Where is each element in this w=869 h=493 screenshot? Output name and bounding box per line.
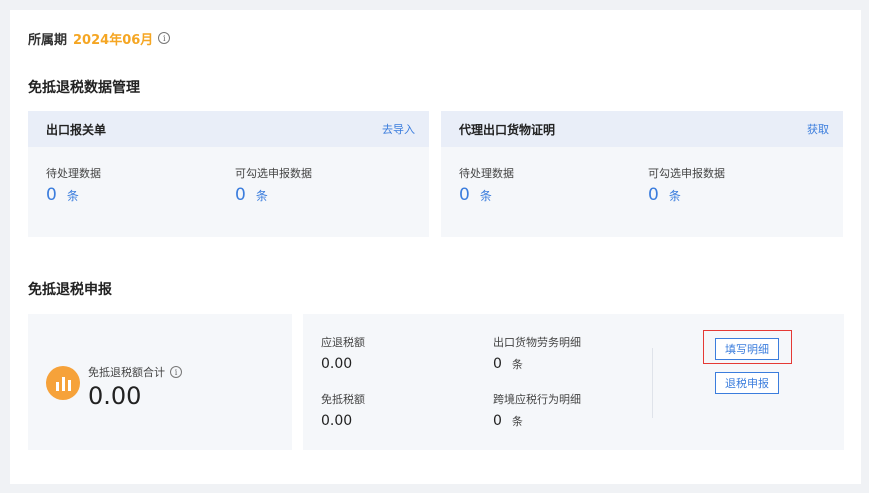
pending-data-stat: 待处理数据 0 条 [459,165,514,205]
stat-label: 可勾选申报数据 [235,167,312,180]
bar-chart-icon [46,366,80,400]
agent-export-certificate-card: 代理出口货物证明 获取 待处理数据 0 条 可勾选申报数据 0 条 [441,111,843,237]
declaration-title: 免抵退税申报 [28,282,112,298]
card-header: 代理出口货物证明 获取 [441,111,843,147]
total-value: 0.00 [88,382,142,410]
item-unit: 条 [511,358,523,371]
item-unit: 条 [511,415,523,428]
import-link[interactable]: 去导入 [382,121,415,137]
stat-value[interactable]: 0 [459,185,470,205]
item-value[interactable]: 0 [493,413,502,429]
card-title: 出口报关单 [46,122,107,137]
item-label: 免抵税额 [321,393,365,406]
period-row: 所属期 2024年06月 i [28,28,171,48]
exempt-amount-item: 免抵税额 0.00 [321,391,365,429]
stat-value[interactable]: 0 [235,185,246,205]
fetch-link[interactable]: 获取 [807,121,829,137]
export-declaration-card: 出口报关单 去导入 待处理数据 0 条 可勾选申报数据 0 条 [28,111,429,237]
data-management-title: 免抵退税数据管理 [28,80,140,96]
item-label: 跨境应税行为明细 [493,393,581,406]
refund-amount-item: 应退税额 0.00 [321,334,365,372]
total-amount-card: 免抵退税额合计 i 0.00 [28,314,292,450]
cross-border-detail-item: 跨境应税行为明细 0 条 [493,391,581,429]
divider [652,348,653,418]
item-label: 出口货物劳务明细 [493,336,581,349]
item-label: 应退税额 [321,336,365,349]
info-icon[interactable]: i [170,366,182,378]
refund-declare-button[interactable]: 退税申报 [715,372,779,394]
stat-label: 待处理数据 [46,167,101,180]
export-detail-item: 出口货物劳务明细 0 条 [493,334,581,372]
stat-unit: 条 [255,189,268,203]
stat-value[interactable]: 0 [46,185,57,205]
item-value: 0.00 [321,413,353,429]
period-label: 所属期 [28,32,68,48]
pending-data-stat: 待处理数据 0 条 [46,165,101,205]
stat-value[interactable]: 0 [648,185,659,205]
selectable-data-stat: 可勾选申报数据 0 条 [235,165,312,205]
stat-unit: 条 [479,189,492,203]
highlight-box [703,330,792,364]
item-value[interactable]: 0 [493,356,502,372]
stat-label: 可勾选申报数据 [648,167,725,180]
card-header: 出口报关单 去导入 [28,111,429,147]
total-label: 免抵退税额合计 [88,366,165,379]
info-icon[interactable]: i [158,32,171,44]
stat-unit: 条 [66,189,79,203]
stat-unit: 条 [668,189,681,203]
item-value: 0.00 [321,356,353,372]
card-title: 代理出口货物证明 [459,122,556,137]
period-value: 2024年06月 [73,32,154,48]
selectable-data-stat: 可勾选申报数据 0 条 [648,165,725,205]
stat-label: 待处理数据 [459,167,514,180]
